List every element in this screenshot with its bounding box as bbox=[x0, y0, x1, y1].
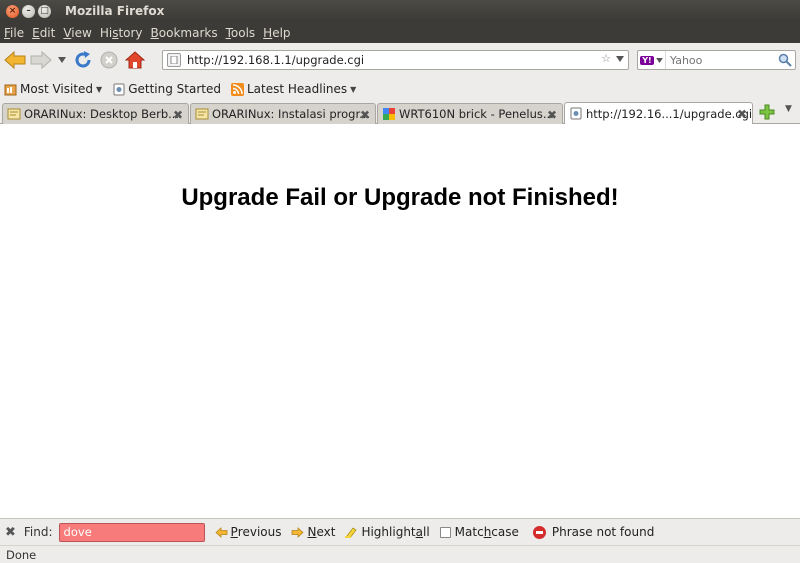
menu-help[interactable]: Help bbox=[263, 26, 290, 40]
bookmark-star-icon[interactable]: ☆ bbox=[601, 52, 611, 65]
bookmark-most-visited[interactable]: Most Visited ▼ bbox=[4, 82, 102, 96]
most-visited-icon bbox=[4, 83, 17, 96]
forward-arrow-icon bbox=[30, 50, 52, 69]
url-bar-actions: ☆ bbox=[601, 52, 624, 65]
tab-close-icon[interactable]: ✖ bbox=[173, 108, 183, 122]
bookmark-getting-started[interactable]: Getting Started bbox=[112, 82, 221, 96]
search-bar[interactable]: Y! bbox=[637, 50, 796, 70]
match-case-checkbox[interactable]: Matc h case bbox=[439, 525, 519, 539]
search-input[interactable] bbox=[670, 53, 778, 67]
tab-upgrade-cgi[interactable]: http://192.16...1/upgrade.cgi ✖ bbox=[564, 102, 753, 124]
tab-wrt610n-brick[interactable]: WRT610N brick - Penelus... ✖ bbox=[377, 103, 563, 124]
tab-close-icon[interactable]: ✖ bbox=[547, 108, 557, 122]
status-text: Done bbox=[6, 547, 37, 562]
menu-tools[interactable]: Tools bbox=[226, 26, 256, 40]
chevron-down-icon: ▼ bbox=[350, 84, 357, 94]
find-bar: ✖ Find: Previous Next Highlight all Matc… bbox=[0, 518, 800, 545]
tab-list-chevron-icon[interactable]: ▼ bbox=[785, 104, 792, 114]
window-close-button[interactable]: × bbox=[6, 4, 19, 18]
window-maximize-button[interactable]: □ bbox=[38, 4, 51, 18]
page-icon bbox=[569, 107, 583, 121]
highlight-all-button[interactable]: Highlight a ll bbox=[345, 525, 430, 539]
history-dropdown-button[interactable] bbox=[54, 47, 70, 73]
home-icon bbox=[125, 50, 145, 68]
chevron-down-icon bbox=[58, 56, 66, 63]
close-icon[interactable]: ✖ bbox=[5, 525, 16, 540]
tab-orarinux-desktop[interactable]: ORARINux: Desktop Berb... ✖ bbox=[2, 103, 189, 124]
page-icon bbox=[112, 83, 125, 96]
bookmark-latest-headlines[interactable]: Latest Headlines ▼ bbox=[230, 82, 357, 96]
menu-history[interactable]: History bbox=[100, 26, 143, 40]
new-tab-plus-icon[interactable] bbox=[759, 104, 775, 120]
arrow-right-icon bbox=[291, 526, 305, 538]
menu-file[interactable]: File bbox=[4, 26, 24, 40]
chevron-down-icon[interactable] bbox=[616, 55, 624, 62]
google-favicon-icon bbox=[382, 107, 396, 121]
search-engine-selector[interactable]: Y! bbox=[638, 51, 666, 69]
yahoo-logo-icon: Y! bbox=[640, 55, 654, 65]
search-icon[interactable] bbox=[778, 53, 792, 67]
site-identity-icon[interactable] bbox=[167, 53, 181, 67]
find-previous-button[interactable]: Previous bbox=[214, 525, 281, 539]
url-text[interactable]: http://192.168.1.1/upgrade.cgi bbox=[187, 53, 364, 67]
page-content: Upgrade Fail or Upgrade not Finished! bbox=[0, 124, 800, 518]
blogger-favicon-icon bbox=[195, 107, 209, 121]
back-button[interactable] bbox=[2, 47, 28, 73]
forward-button[interactable] bbox=[28, 47, 54, 73]
menu-edit[interactable]: Edit bbox=[32, 26, 55, 40]
menu-view[interactable]: View bbox=[63, 26, 91, 40]
window-titlebar: × – □ Mozilla Firefox bbox=[0, 0, 800, 22]
window-minimize-button[interactable]: – bbox=[22, 4, 35, 18]
chevron-down-icon: ▼ bbox=[96, 84, 103, 94]
find-input[interactable] bbox=[58, 522, 205, 542]
page-heading: Upgrade Fail or Upgrade not Finished! bbox=[181, 184, 619, 211]
blogger-favicon-icon bbox=[7, 107, 21, 121]
tab-orarinux-instalasi[interactable]: ORARINux: Instalasi progr... ✖ bbox=[190, 103, 376, 124]
status-bar: Done bbox=[0, 545, 800, 563]
window-controls: × – □ bbox=[6, 4, 51, 18]
rss-feed-icon bbox=[230, 82, 244, 96]
bookmarks-toolbar: Most Visited ▼ Getting Started Latest He… bbox=[0, 78, 800, 100]
back-arrow-icon bbox=[4, 50, 26, 69]
tab-close-icon[interactable]: ✖ bbox=[360, 108, 370, 122]
checkbox[interactable] bbox=[439, 526, 451, 538]
reload-button[interactable] bbox=[70, 47, 96, 73]
arrow-left-icon bbox=[214, 526, 228, 538]
chevron-down-icon bbox=[655, 57, 663, 63]
home-button[interactable] bbox=[122, 47, 148, 73]
menu-bookmarks[interactable]: Bookmarks bbox=[151, 26, 218, 40]
find-next-button[interactable]: Next bbox=[291, 525, 335, 539]
find-status: Phrase not found bbox=[532, 525, 654, 539]
url-bar[interactable]: http://192.168.1.1/upgrade.cgi ☆ bbox=[162, 50, 629, 70]
find-label: Find: bbox=[23, 525, 53, 539]
stop-icon bbox=[100, 51, 118, 68]
stop-button[interactable] bbox=[96, 47, 122, 73]
window-title: Mozilla Firefox bbox=[65, 4, 165, 18]
menu-bar: File Edit View History Bookmarks Tools H… bbox=[0, 22, 800, 43]
not-found-icon bbox=[532, 525, 546, 539]
tab-bar: ORARINux: Desktop Berb... ✖ ORARINux: In… bbox=[0, 101, 800, 124]
reload-icon bbox=[75, 50, 91, 67]
tab-close-icon[interactable]: ✖ bbox=[737, 107, 747, 121]
highlighter-icon bbox=[345, 526, 358, 538]
